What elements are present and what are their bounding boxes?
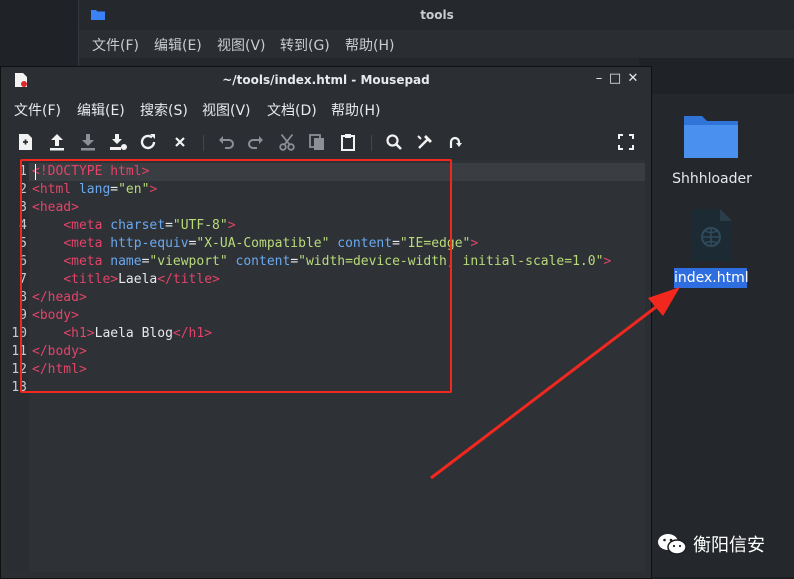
save-as-icon[interactable] [107, 131, 129, 153]
watermark-text: 衡阳信安 [693, 535, 765, 556]
minimize-icon[interactable]: – [591, 71, 607, 87]
fm-menu-edit[interactable]: 编辑(E) [154, 35, 202, 55]
fm-menu-file[interactable]: 文件(F) [92, 35, 139, 55]
redo-icon[interactable] [245, 131, 267, 153]
save-icon[interactable] [77, 131, 99, 153]
fm-menu-view[interactable]: 视图(V) [217, 35, 266, 55]
reload-icon[interactable] [137, 131, 159, 153]
close-icon[interactable]: ✕ [625, 71, 641, 87]
folder-icon[interactable] [682, 112, 740, 160]
close-document-icon[interactable] [169, 131, 191, 153]
find-replace-icon[interactable] [414, 131, 436, 153]
file-manager-location-bar [639, 58, 794, 94]
editor-menubar: 文件(F) 编辑(E) 搜索(S) 视图(V) 文档(D) 帮助(H) [1, 93, 651, 123]
undo-icon[interactable] [215, 131, 237, 153]
fm-menu-go[interactable]: 转到(G) [280, 35, 330, 55]
menu-document[interactable]: 文档(D) [267, 100, 317, 120]
find-icon[interactable] [383, 131, 405, 153]
fullscreen-icon[interactable] [615, 131, 637, 153]
fm-menu-help[interactable]: 帮助(H) [345, 35, 394, 55]
file-label[interactable]: index.html [674, 268, 749, 288]
menu-edit[interactable]: 编辑(E) [77, 100, 125, 120]
folder-label[interactable]: Shhhloader [666, 171, 758, 187]
copy-icon[interactable] [306, 131, 328, 153]
wechat-icon [658, 534, 687, 555]
html-file-icon[interactable] [688, 207, 734, 263]
maximize-icon[interactable]: □ [607, 71, 623, 87]
file-manager-title: tools [420, 8, 454, 22]
file-manager-titlebar: tools [79, 0, 794, 30]
menu-file[interactable]: 文件(F) [14, 100, 61, 120]
annotation-highlight-box [20, 159, 452, 393]
new-document-icon[interactable] [14, 131, 36, 153]
menu-view[interactable]: 视图(V) [202, 100, 251, 120]
paste-icon[interactable] [337, 131, 359, 153]
open-icon[interactable] [46, 131, 68, 153]
menu-help[interactable]: 帮助(H) [331, 100, 380, 120]
file-manager-menubar: 文件(F) 编辑(E) 视图(V) 转到(G) 帮助(H) [79, 30, 794, 58]
editor-title: ~/tools/index.html - Mousepad [222, 73, 430, 87]
editor-titlebar: ~/tools/index.html - Mousepad – □ ✕ [1, 67, 651, 93]
goto-icon[interactable] [444, 131, 466, 153]
toolbar-separator [371, 135, 372, 151]
toolbar-separator [203, 135, 204, 151]
cut-icon[interactable] [276, 131, 298, 153]
editor-toolbar [1, 125, 651, 157]
menu-search[interactable]: 搜索(S) [140, 100, 188, 120]
